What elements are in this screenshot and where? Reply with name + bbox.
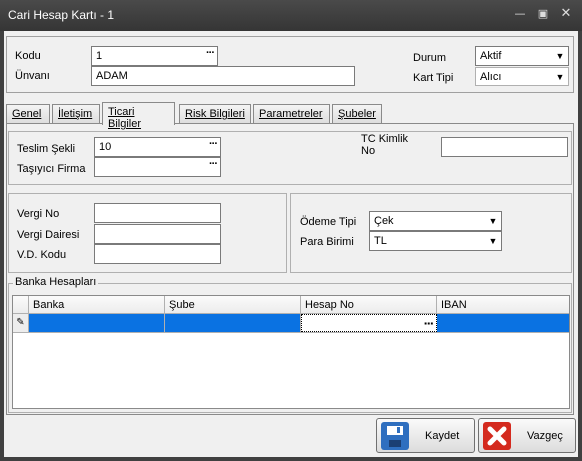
- tc-kimlik-input[interactable]: [441, 137, 568, 157]
- para-birimi-label: Para Birimi: [300, 236, 354, 248]
- durum-value: Aktif: [480, 50, 502, 62]
- tab-genel[interactable]: Genel: [6, 104, 50, 124]
- kodu-label: Kodu: [15, 50, 41, 62]
- tab-parametreler[interactable]: Parametreler: [253, 104, 330, 124]
- tasiyici-label: Taşıyıcı Firma: [17, 163, 86, 175]
- close-icon[interactable]: ✕: [559, 7, 573, 21]
- banka-group: Banka Hesapları Banka Şube Hesap No IBAN…: [8, 276, 572, 413]
- chevron-down-icon[interactable]: ▼: [553, 69, 567, 85]
- column-header-hesap-no[interactable]: Hesap No: [301, 296, 437, 314]
- chevron-down-icon[interactable]: ▼: [553, 48, 567, 64]
- vergi-group: Vergi No Vergi Dairesi V.D. Kodu: [8, 193, 287, 273]
- odeme-group: Ödeme Tipi Çek ▼ Para Birimi TL ▼: [290, 193, 572, 273]
- table-row[interactable]: ✎ ···: [13, 314, 569, 333]
- pencil-icon: ✎: [13, 314, 29, 332]
- lookup-ellipsis-icon[interactable]: ···: [423, 317, 434, 330]
- vd-kodu-input[interactable]: [94, 244, 221, 264]
- cross-icon: [483, 422, 511, 450]
- lookup-ellipsis-icon[interactable]: ···: [209, 138, 218, 150]
- cancel-button[interactable]: Vazgeç: [478, 418, 576, 453]
- odeme-tipi-select[interactable]: Çek ▼: [369, 211, 502, 231]
- teslim-input[interactable]: 10 ···: [94, 137, 221, 157]
- chevron-down-icon[interactable]: ▼: [486, 233, 500, 249]
- header-panel: Kodu 1 ··· Ünvanı ADAM Durum Aktif ▼ Kart …: [6, 36, 574, 93]
- tab-risk-bilgileri[interactable]: Risk Bilgileri: [179, 104, 251, 124]
- chevron-down-icon[interactable]: ▼: [486, 213, 500, 229]
- odeme-tipi-value: Çek: [374, 215, 394, 227]
- kart-tipi-value: Alıcı: [480, 71, 502, 83]
- column-header-sube[interactable]: Şube: [165, 296, 301, 314]
- banka-grid[interactable]: Banka Şube Hesap No IBAN ✎ ···: [12, 295, 570, 409]
- tab-page-ticari: Teslim Şekli 10 ··· Taşıyıcı Firma ··· TC…: [6, 123, 574, 415]
- vergi-dairesi-label: Vergi Dairesi: [17, 229, 80, 241]
- footer-panel: Kaydet Vazgeç: [6, 415, 576, 455]
- tc-kimlik-label: TC Kimlik No: [361, 133, 409, 157]
- unvani-value: ADAM: [96, 70, 128, 82]
- maximize-icon[interactable]: ▣: [536, 7, 550, 21]
- durum-label: Durum: [413, 52, 447, 64]
- tasiyici-input[interactable]: ···: [94, 157, 221, 177]
- vergi-no-label: Vergi No: [17, 208, 60, 220]
- teslim-value: 10: [99, 141, 112, 153]
- kart-tipi-select[interactable]: Alıcı ▼: [475, 67, 569, 86]
- teslim-group: Teslim Şekli 10 ··· Taşıyıcı Firma ··· TC…: [8, 131, 572, 185]
- save-label: Kaydet: [425, 430, 460, 442]
- vd-kodu-label: V.D. Kodu: [17, 249, 67, 261]
- banka-hesaplari-title: Banka Hesapları: [13, 276, 99, 288]
- odeme-tipi-label: Ödeme Tipi: [300, 216, 357, 228]
- table-cell-editing[interactable]: ···: [301, 314, 437, 332]
- tab-ticari-bilgiler[interactable]: Ticari Bilgiler: [102, 102, 175, 130]
- tab-subeler[interactable]: Şubeler: [332, 104, 382, 124]
- table-cell[interactable]: [29, 314, 165, 332]
- kodu-input[interactable]: 1 ···: [91, 46, 218, 66]
- kodu-value: 1: [96, 50, 103, 62]
- window-title: Cari Hesap Kartı - 1: [8, 8, 115, 22]
- floppy-disk-icon: [381, 422, 409, 450]
- lookup-ellipsis-icon[interactable]: ···: [209, 158, 218, 170]
- lookup-ellipsis-icon[interactable]: ···: [206, 47, 215, 59]
- kart-tipi-label: Kart Tipi: [413, 72, 454, 84]
- minimize-icon[interactable]: —: [513, 7, 527, 21]
- grid-indicator-header: [13, 296, 29, 314]
- para-birimi-select[interactable]: TL ▼: [369, 231, 502, 251]
- column-header-banka[interactable]: Banka: [29, 296, 165, 314]
- vergi-no-input[interactable]: [94, 203, 221, 223]
- cancel-label: Vazgeç: [527, 430, 563, 442]
- window-client: Kodu 1 ··· Ünvanı ADAM Durum Aktif ▼ Kart …: [4, 31, 578, 457]
- tab-iletisim[interactable]: İletişim: [52, 104, 100, 124]
- vergi-dairesi-input[interactable]: [94, 224, 221, 244]
- table-cell[interactable]: [165, 314, 301, 332]
- save-button[interactable]: Kaydet: [376, 418, 475, 453]
- para-birimi-value: TL: [374, 235, 387, 247]
- unvani-label: Ünvanı: [15, 70, 50, 82]
- column-header-iban[interactable]: IBAN: [437, 296, 569, 314]
- teslim-label: Teslim Şekli: [17, 143, 76, 155]
- durum-select[interactable]: Aktif ▼: [475, 46, 569, 66]
- unvani-input[interactable]: ADAM: [91, 66, 355, 86]
- table-cell[interactable]: [437, 314, 569, 332]
- title-bar: Cari Hesap Kartı - 1 — ▣ ✕: [0, 0, 582, 31]
